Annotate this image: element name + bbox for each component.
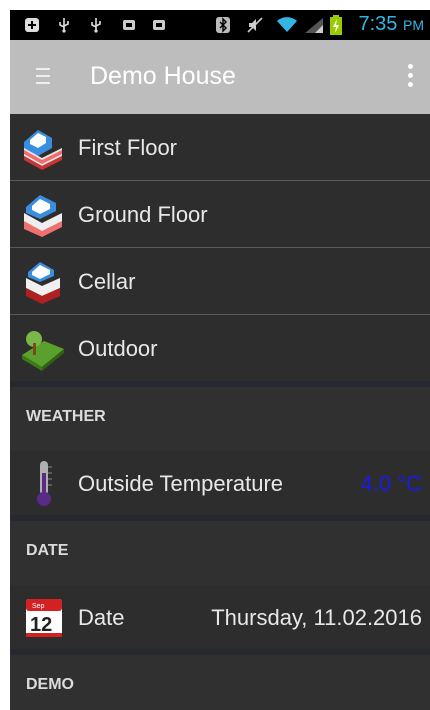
calendar-icon: Sep 12 [26,599,62,637]
cellar-icon [26,262,60,304]
action-bar: Demo House [10,40,430,114]
list-item-first-floor[interactable]: First Floor [10,114,430,181]
date-label: Date [78,605,125,630]
thermometer-icon [37,461,52,506]
usb-icon [91,18,101,33]
first-floor-icon [24,130,62,170]
outside-temperature-value: 4.0 °C [360,471,422,496]
ground-floor-icon [24,195,62,237]
status-time: 7:35 PM [359,13,425,36]
list-item-label: Cellar [78,269,136,294]
list-item-ground-floor[interactable]: Ground Floor [10,181,430,248]
list-item-date[interactable]: Sep 12 Date Thursday, 11.02.2016 [10,585,430,649]
status-time-ampm: PM [403,17,424,33]
list-item-label: Ground Floor [78,202,208,227]
overflow-menu-icon[interactable] [408,64,414,90]
app-icon [123,20,135,30]
list-item-outdoor[interactable]: Outdoor [10,315,430,381]
notification-icon [25,18,39,32]
navigation-drawer-icon[interactable] [36,68,50,86]
app-screen: 7:35 PM Demo House First Floor Ground Fl… [10,10,430,710]
section-header-date: DATE [10,515,430,585]
battery-charging-icon [330,15,342,35]
list-item-cellar[interactable]: Cellar [10,248,430,315]
status-time-value: 7:35 [358,13,398,35]
usb-icon [59,18,69,33]
outdoor-icon [22,331,64,371]
list-item-outside-temperature[interactable]: Outside Temperature 4.0 °C [10,451,430,515]
wifi-icon [277,17,297,32]
section-header-demo: DEMO [10,649,430,710]
mute-icon [247,17,263,33]
status-bar: 7:35 PM [10,10,430,40]
signal-icon [305,18,323,33]
list-item-label: First Floor [78,135,177,160]
bluetooth-icon [216,17,230,33]
page-title: Demo House [90,62,236,90]
calendar-day: 12 [30,614,52,636]
section-title: WEATHER [26,408,106,425]
calendar-month: Sep [32,603,45,610]
date-value: Thursday, 11.02.2016 [211,605,422,630]
section-header-weather: WEATHER [10,381,430,451]
section-title: DEMO [26,676,74,693]
list-item-label: Outdoor [78,336,158,361]
app-icon [153,20,165,30]
outside-temperature-label: Outside Temperature [78,471,284,496]
sitemap-list: First Floor Ground Floor Cellar Outdoor … [10,114,430,710]
section-title: DATE [26,542,69,559]
